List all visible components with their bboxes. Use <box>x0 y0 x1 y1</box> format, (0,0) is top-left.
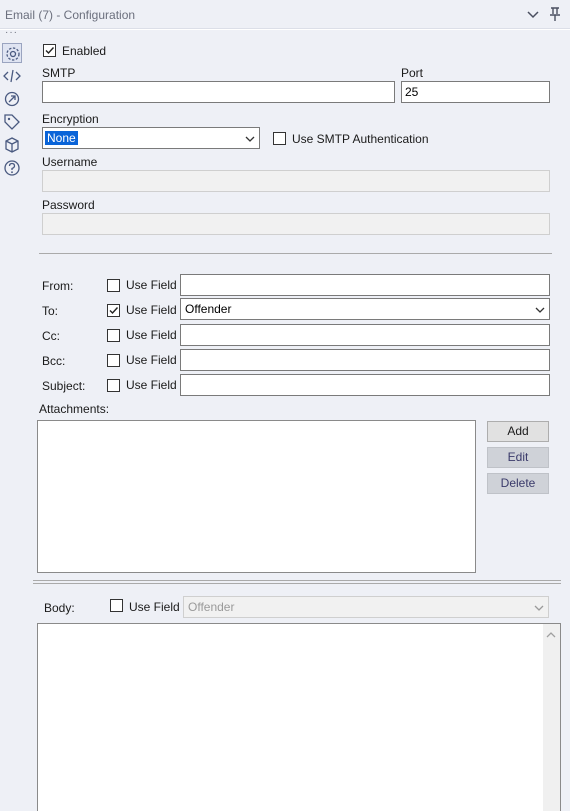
delete-attachment-button[interactable]: Delete <box>487 473 549 494</box>
window-title: Email (7) - Configuration <box>5 8 136 22</box>
section-divider <box>39 253 552 254</box>
password-input[interactable] <box>42 213 550 235</box>
tag-icon[interactable] <box>2 112 22 132</box>
subject-use-field-checkbox[interactable] <box>107 379 120 392</box>
from-use-field-label: Use Field <box>126 278 177 292</box>
subject-label: Subject: <box>42 379 86 393</box>
connection-icon[interactable] <box>2 89 22 109</box>
subject-use-field-label: Use Field <box>126 378 177 392</box>
cc-use-field-checkbox[interactable] <box>107 329 120 342</box>
body-use-field-label: Use Field <box>129 600 180 614</box>
chevron-down-icon <box>534 602 544 612</box>
cc-input[interactable] <box>180 324 550 346</box>
code-icon[interactable] <box>2 66 22 86</box>
body-field-value: Offender <box>188 600 235 614</box>
chevron-down-icon <box>245 133 255 143</box>
body-use-field-checkbox[interactable] <box>110 599 123 612</box>
cc-label: Cc: <box>42 329 60 343</box>
from-use-field-checkbox[interactable] <box>107 279 120 292</box>
smtp-auth-checkbox[interactable] <box>273 132 286 145</box>
smtp-auth-label: Use SMTP Authentication <box>292 132 429 146</box>
port-label: Port <box>401 66 424 80</box>
to-label: To: <box>42 304 59 318</box>
splitter-line[interactable] <box>33 583 561 584</box>
chevron-down-icon <box>535 304 545 314</box>
body-field-select[interactable]: Offender <box>183 596 549 618</box>
configuration-panel: Enabled SMTP Port 25 Encryption None Use… <box>25 30 570 811</box>
to-field-select[interactable]: Offender <box>180 298 550 320</box>
to-field-value: Offender <box>185 302 232 316</box>
body-editor[interactable] <box>37 623 561 811</box>
from-label: From: <box>42 279 74 293</box>
password-label: Password <box>42 198 95 212</box>
bcc-input[interactable] <box>180 349 550 371</box>
enabled-checkbox[interactable] <box>43 44 56 57</box>
body-label: Body: <box>44 601 75 615</box>
edit-attachment-button[interactable]: Edit <box>487 447 549 468</box>
smtp-input[interactable] <box>42 81 395 103</box>
chevron-up-icon[interactable] <box>546 629 556 643</box>
splitter-line[interactable] <box>33 580 561 581</box>
encryption-value: None <box>45 131 78 145</box>
side-toolbar: ··· <box>0 27 25 811</box>
from-input[interactable] <box>180 274 550 296</box>
bcc-use-field-label: Use Field <box>126 353 177 367</box>
to-use-field-checkbox[interactable] <box>107 304 120 317</box>
chevron-down-icon[interactable] <box>524 5 542 23</box>
window-titlebar: Email (7) - Configuration <box>0 0 570 29</box>
add-attachment-button[interactable]: Add <box>487 421 549 442</box>
bcc-use-field-checkbox[interactable] <box>107 354 120 367</box>
cc-use-field-label: Use Field <box>126 328 177 342</box>
encryption-select[interactable]: None <box>42 127 260 149</box>
username-label: Username <box>42 155 98 169</box>
smtp-label: SMTP <box>42 66 76 80</box>
cube-icon[interactable] <box>2 135 22 155</box>
bcc-label: Bcc: <box>42 354 66 368</box>
port-input[interactable]: 25 <box>401 81 550 103</box>
more-dots-icon: ··· <box>5 27 18 38</box>
to-use-field-label: Use Field <box>126 303 177 317</box>
help-icon[interactable] <box>2 158 22 178</box>
subject-input[interactable] <box>180 374 550 396</box>
attachments-label: Attachments: <box>39 402 110 416</box>
body-scrollbar[interactable] <box>543 624 560 811</box>
encryption-label: Encryption <box>42 112 99 126</box>
username-input[interactable] <box>42 170 550 192</box>
enabled-label: Enabled <box>62 44 107 58</box>
attachments-list[interactable] <box>37 420 476 573</box>
gear-icon[interactable] <box>2 43 22 63</box>
pin-icon[interactable] <box>546 5 564 23</box>
